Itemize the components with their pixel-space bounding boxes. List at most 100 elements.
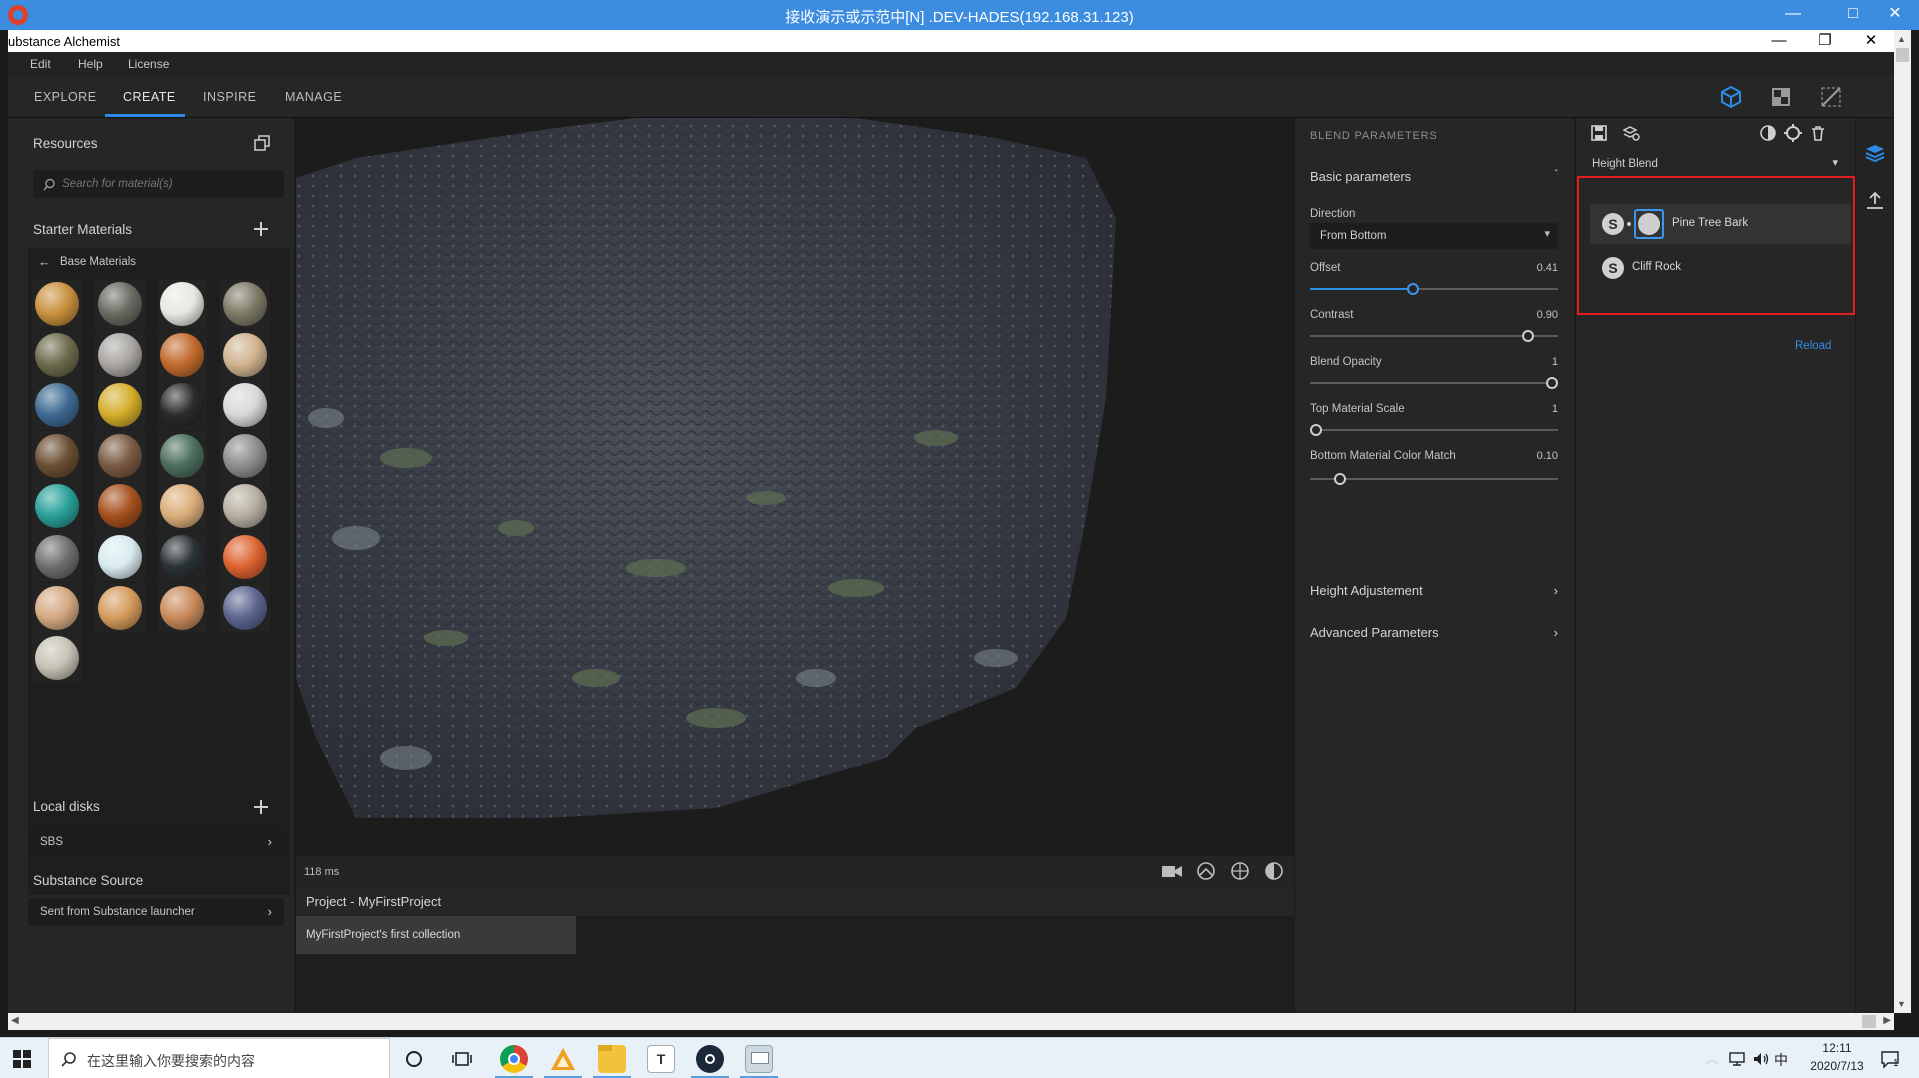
- remote-close-button[interactable]: ✕: [1878, 2, 1912, 26]
- slider-value[interactable]: 0.41: [1508, 262, 1558, 274]
- material-thumbnail[interactable]: [94, 582, 145, 633]
- typora-icon[interactable]: T: [647, 1045, 675, 1073]
- material-thumbnail[interactable]: [219, 279, 270, 329]
- environment-icon[interactable]: [1196, 861, 1216, 881]
- substance-source-item[interactable]: Sent from Substance launcher ›: [28, 898, 284, 926]
- blend-slider[interactable]: [1310, 282, 1558, 296]
- scroll-down-icon[interactable]: ▼: [1897, 999, 1906, 1009]
- tab-create[interactable]: CREATE: [123, 90, 176, 104]
- window-restore-button[interactable]: ❐: [1802, 30, 1848, 52]
- material-thumbnail[interactable]: [32, 430, 82, 481]
- remote-desktop-icon[interactable]: [745, 1045, 773, 1073]
- chrome-icon[interactable]: [500, 1045, 528, 1073]
- material-thumbnail[interactable]: [94, 532, 145, 582]
- material-thumbnail[interactable]: [219, 329, 270, 380]
- window-close-button[interactable]: ✕: [1848, 30, 1894, 52]
- height-adjustment-section[interactable]: Height Adjustement ›: [1310, 583, 1558, 598]
- cortana-icon[interactable]: [405, 1050, 423, 1068]
- material-thumbnail[interactable]: [32, 582, 82, 633]
- local-disk-sbs[interactable]: SBS ›: [28, 828, 284, 856]
- reload-link[interactable]: Reload: [1795, 340, 1831, 352]
- horizontal-scrollbar[interactable]: ◀ ▶: [8, 1013, 1894, 1030]
- slider-knob[interactable]: [1310, 424, 1322, 436]
- menu-help[interactable]: Help: [78, 57, 103, 71]
- advanced-parameters-section[interactable]: Advanced Parameters ›: [1310, 625, 1558, 640]
- slider-value[interactable]: 0.90: [1508, 309, 1558, 321]
- material-thumbnail[interactable]: [157, 532, 207, 582]
- material-thumbnail[interactable]: [94, 430, 145, 481]
- window-minimize-button[interactable]: —: [1756, 30, 1802, 52]
- material-thumbnail[interactable]: [219, 380, 270, 431]
- material-thumbnail[interactable]: [219, 532, 270, 582]
- material-thumbnail[interactable]: [219, 481, 270, 532]
- clock-date[interactable]: 2020/7/13: [1800, 1059, 1874, 1073]
- clock-time[interactable]: 12:11: [1812, 1041, 1862, 1055]
- material-sphere-icon[interactable]: [1264, 861, 1284, 881]
- horizontal-scroll-thumb[interactable]: [1862, 1015, 1876, 1028]
- tab-manage[interactable]: MANAGE: [285, 90, 342, 104]
- material-thumbnail[interactable]: [94, 329, 145, 380]
- material-thumbnail[interactable]: [157, 279, 207, 329]
- material-thumbnail[interactable]: [94, 279, 145, 329]
- alchemist-icon[interactable]: [549, 1045, 577, 1073]
- taskbar-search-box[interactable]: 在这里输入你要搜索的内容: [48, 1038, 390, 1078]
- material-thumbnail[interactable]: [94, 380, 145, 431]
- network-icon[interactable]: [1728, 1051, 1746, 1067]
- collection-card[interactable]: MyFirstProject's first collection: [296, 916, 576, 954]
- task-view-icon[interactable]: [452, 1050, 472, 1068]
- material-thumbnail[interactable]: [32, 633, 82, 684]
- material-thumbnail[interactable]: [94, 481, 145, 532]
- vertical-scroll-thumb[interactable]: [1896, 48, 1909, 62]
- filter-icon[interactable]: [1759, 124, 1777, 142]
- remote-minimize-button[interactable]: —: [1776, 2, 1810, 26]
- blend-slider[interactable]: [1310, 329, 1558, 343]
- steam-icon[interactable]: [696, 1045, 724, 1073]
- material-thumbnail[interactable]: [157, 430, 207, 481]
- 3d-view-icon[interactable]: [1718, 84, 1744, 110]
- file-explorer-icon[interactable]: [598, 1045, 626, 1073]
- add-local-disk-icon[interactable]: [254, 800, 268, 814]
- ime-indicator[interactable]: 中: [1774, 1050, 1788, 1070]
- material-thumbnail[interactable]: [32, 532, 82, 582]
- slider-value[interactable]: 0.10: [1508, 450, 1558, 462]
- menu-license[interactable]: License: [128, 57, 169, 71]
- 2d-view-icon[interactable]: [1768, 84, 1794, 110]
- material-thumbnail[interactable]: [157, 481, 207, 532]
- tray-chevron-up-icon[interactable]: ︿: [1706, 1050, 1718, 1067]
- slider-knob[interactable]: [1407, 283, 1419, 295]
- windows-start-icon[interactable]: [13, 1050, 31, 1068]
- scroll-up-icon[interactable]: ▲: [1897, 34, 1906, 44]
- material-thumbnail[interactable]: [219, 582, 270, 633]
- menu-edit[interactable]: Edit: [30, 57, 51, 71]
- material-thumbnail[interactable]: [219, 430, 270, 481]
- export-icon[interactable]: [1864, 190, 1886, 212]
- back-arrow-icon[interactable]: ←: [38, 254, 51, 269]
- direction-dropdown[interactable]: From Bottom ▾: [1310, 223, 1558, 249]
- add-starter-icon[interactable]: [254, 222, 268, 236]
- grid-icon[interactable]: [1230, 861, 1250, 881]
- split-view-icon[interactable]: [1818, 84, 1844, 110]
- layers-icon[interactable]: [1864, 142, 1886, 164]
- save-icon[interactable]: [1590, 124, 1608, 142]
- trash-icon[interactable]: [1809, 124, 1827, 142]
- material-search-input[interactable]: Search for material(s): [33, 170, 284, 198]
- blend-slider[interactable]: [1310, 423, 1558, 437]
- camera-icon[interactable]: [1161, 863, 1183, 879]
- basic-parameters-section[interactable]: Basic parameters ˇ: [1310, 169, 1558, 184]
- material-thumbnail[interactable]: [157, 380, 207, 431]
- vertical-scrollbar[interactable]: ▲ ▼: [1894, 30, 1911, 1013]
- material-thumbnail[interactable]: [32, 279, 82, 329]
- add-layer-icon[interactable]: [1622, 124, 1640, 142]
- material-thumbnail[interactable]: [32, 380, 82, 431]
- material-thumbnail[interactable]: [157, 329, 207, 380]
- slider-knob[interactable]: [1334, 473, 1346, 485]
- remote-maximize-button[interactable]: □: [1836, 2, 1870, 26]
- volume-icon[interactable]: [1752, 1051, 1770, 1067]
- tab-inspire[interactable]: INSPIRE: [203, 90, 257, 104]
- detach-panel-icon[interactable]: [254, 135, 270, 156]
- slider-knob[interactable]: [1522, 330, 1534, 342]
- material-thumbnail[interactable]: [32, 481, 82, 532]
- blend-slider[interactable]: [1310, 376, 1558, 390]
- substance-settings-icon[interactable]: [1783, 123, 1803, 143]
- blend-mode-dropdown[interactable]: Height Blend ▾: [1584, 152, 1848, 178]
